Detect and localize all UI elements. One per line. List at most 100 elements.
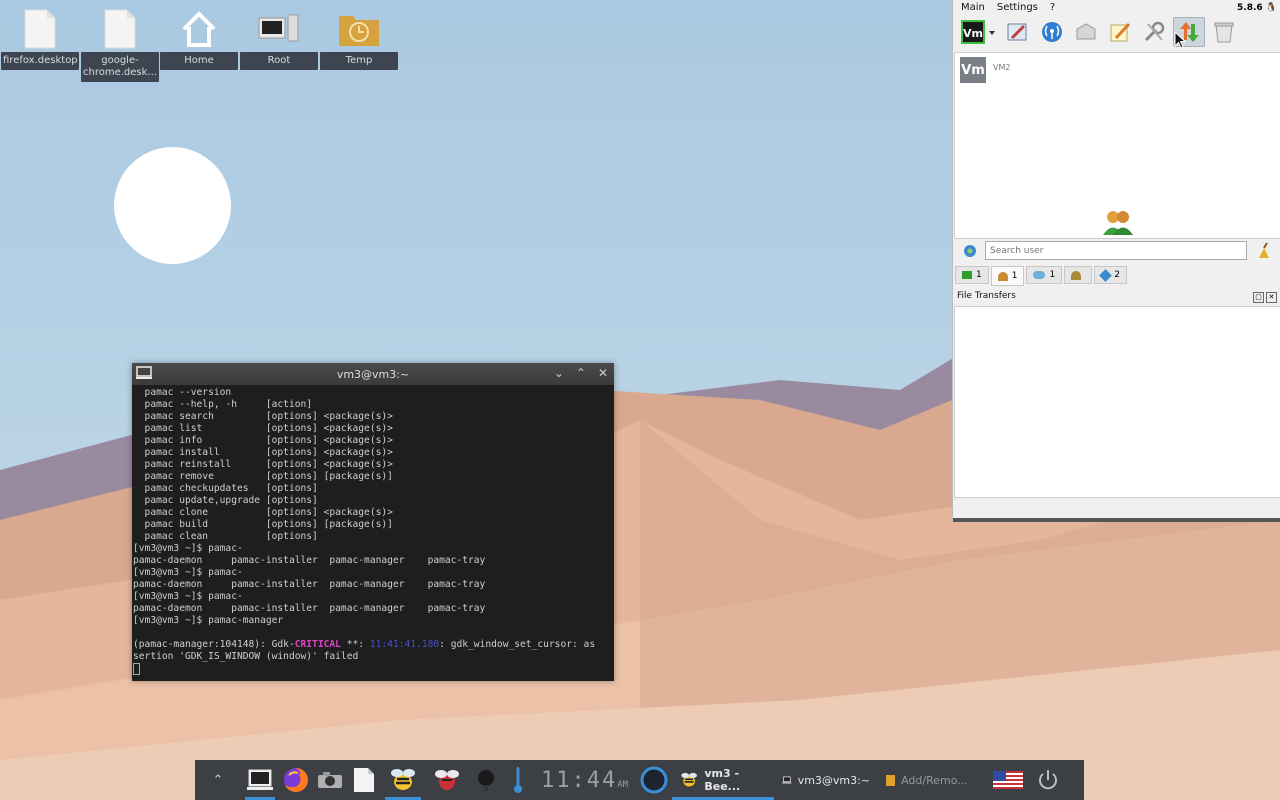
trash-button[interactable]	[1209, 18, 1239, 46]
desktop-icon-home[interactable]: Home	[160, 6, 238, 70]
power-icon	[1039, 770, 1058, 790]
keyboard-layout-button[interactable]	[988, 760, 1028, 800]
file-transfers-list[interactable]	[954, 306, 1280, 498]
terminal-line: pamac install [options] <package(s)>	[133, 447, 393, 458]
task-add-remove[interactable]: Add/Remo...	[878, 760, 988, 800]
shared-files-button[interactable]	[1071, 18, 1101, 46]
terminal-line: pamac update,upgrade [options]	[133, 495, 318, 506]
user-avatar[interactable]: Vm	[960, 57, 986, 83]
terminal-line: pamac-daemon pamac-installer pamac-manag…	[133, 603, 486, 614]
terminal-output[interactable]: pamac --version pamac --help, -h [action…	[132, 385, 614, 679]
tab-users[interactable]: 1	[990, 266, 1025, 286]
taskbar-circle-button[interactable]	[636, 760, 672, 800]
terminal-line: [vm3@vm3 ~]$ pamac-	[133, 567, 243, 578]
notes-button[interactable]	[1105, 18, 1135, 46]
note-pen-icon	[1110, 22, 1131, 42]
desktop-icon-label: firefox.desktop	[1, 52, 79, 70]
search-options-icon[interactable]	[962, 243, 978, 259]
beebeep-window[interactable]: Main Settings ? 5.8.6 🐧 Vm Vm VM2 1 1 1 …	[952, 0, 1280, 522]
error-message: : gdk_window_set_cursor: as	[439, 639, 596, 650]
tab-chats[interactable]: 1	[955, 266, 989, 284]
task-beebeep[interactable]: vm3 - Bee...	[672, 760, 775, 800]
desktop-icon-root[interactable]: Root	[240, 6, 318, 70]
menu-bar: Main Settings ?	[953, 0, 1280, 14]
desktop-icon-google-chrome[interactable]: google-chrome.desk...	[81, 6, 159, 82]
dock-buttons: ▢ ✕	[1253, 292, 1277, 303]
error-timestamp: 11:41:41.180	[369, 639, 440, 650]
tab-network[interactable]	[1064, 266, 1093, 284]
terminal-cursor	[133, 663, 140, 675]
linux-icon: 🐧	[1265, 3, 1277, 13]
users-group-icon	[1103, 211, 1133, 235]
ring-icon	[640, 766, 668, 794]
close-button[interactable]: ✕	[598, 366, 608, 380]
maximize-button[interactable]: ⌃	[576, 366, 586, 380]
menu-main[interactable]: Main	[961, 2, 985, 13]
taskbar-launcher-screenshot[interactable]	[313, 760, 347, 800]
computer-icon	[258, 14, 299, 42]
vm-status-button[interactable]: Vm	[959, 18, 999, 46]
terminal-title: vm3@vm3:~	[336, 367, 410, 381]
clock-ampm: AM	[617, 779, 629, 790]
network-button[interactable]	[1037, 18, 1067, 46]
taskbar-launcher-beebeep[interactable]	[381, 760, 425, 800]
terminal-line: pamac reinstall [options] <package(s)>	[133, 459, 393, 470]
terminal-line: pamac build [options] [package(s)]	[133, 519, 393, 530]
float-button[interactable]: ▢	[1253, 292, 1264, 303]
tab-groups[interactable]: 1	[1026, 266, 1063, 284]
terminal-window[interactable]: vm3@vm3:~ ⌄ ⌃ ✕ pamac --version pamac --…	[132, 363, 614, 681]
taskbar-launcher-dark[interactable]	[469, 760, 503, 800]
folder-clock-icon	[339, 16, 379, 46]
taskbar: ⌃ 11:44AM vm3 - Bee... vm3@vm3:~ Add/Rem…	[195, 760, 1084, 800]
version-label: 5.8.6 🐧	[1237, 3, 1277, 13]
taskbar-launcher-red-bee[interactable]	[425, 760, 469, 800]
terminal-icon	[782, 776, 792, 784]
desktop-icon-firefox[interactable]: firefox.desktop	[1, 6, 79, 70]
taskbar-launcher-files[interactable]	[347, 760, 381, 800]
minimize-button[interactable]: ⌄	[554, 366, 564, 380]
terminal-titlebar[interactable]: vm3@vm3:~ ⌄ ⌃ ✕	[132, 363, 614, 385]
bee-icon	[681, 772, 698, 787]
share-icon	[1099, 268, 1113, 282]
error-prefix: (pamac-manager:104148): Gdk-	[133, 639, 295, 650]
chevron-up-icon: ⌃	[212, 772, 224, 788]
terminal-line: pamac clean [options]	[133, 531, 318, 542]
toolbar: Vm	[959, 16, 1239, 48]
group-icon	[1033, 271, 1046, 279]
trash-icon	[1214, 22, 1234, 43]
desktop-icon-label: Temp	[320, 52, 398, 70]
taskbar-launcher-firefox[interactable]	[279, 760, 313, 800]
tools-button[interactable]	[1139, 18, 1169, 46]
terminal-line: pamac-daemon pamac-installer pamac-manag…	[133, 555, 486, 566]
network-icon	[1071, 270, 1082, 280]
terminal-error-line: (pamac-manager:104148): Gdk-CRITICAL **:…	[133, 639, 613, 651]
user-list[interactable]: Vm VM2	[954, 52, 1280, 239]
box-icon	[1076, 23, 1096, 40]
terminal-prompt[interactable]	[133, 663, 613, 676]
terminal-line: pamac info [options] <package(s)>	[133, 435, 393, 446]
desktop-icon-label: google-chrome.desk...	[81, 52, 159, 82]
taskbar-thermometer[interactable]	[503, 760, 533, 800]
search-user-input[interactable]	[985, 241, 1247, 260]
terminal-icon	[247, 769, 273, 790]
edit-profile-button[interactable]	[1003, 18, 1033, 46]
taskbar-menu-button[interactable]: ⌃	[195, 760, 241, 800]
users-icon	[997, 271, 1008, 281]
terminal-lines: pamac --version pamac --help, -h [action…	[133, 387, 613, 639]
menu-settings[interactable]: Settings	[997, 2, 1038, 13]
tab-count: 1	[1049, 270, 1056, 280]
taskbar-launcher-terminal[interactable]	[241, 760, 279, 800]
desktop-icon-temp[interactable]: Temp	[320, 6, 398, 70]
clear-search-icon[interactable]	[1256, 242, 1272, 260]
power-button[interactable]	[1028, 760, 1068, 800]
menu-help[interactable]: ?	[1050, 2, 1055, 13]
wallpaper-sun	[114, 147, 231, 264]
terminal-error-line2: sertion 'GDK_IS_WINDOW (window)' failed	[133, 651, 359, 662]
terminal-line: [vm3@vm3 ~]$ pamac-manager	[133, 615, 284, 626]
terminal-line: pamac --version	[133, 387, 232, 398]
task-terminal[interactable]: vm3@vm3:~	[774, 760, 878, 800]
close-dock-button[interactable]: ✕	[1266, 292, 1277, 303]
tab-shares[interactable]: 2	[1094, 266, 1127, 284]
user-name[interactable]: VM2	[993, 63, 1010, 72]
taskbar-clock[interactable]: 11:44AM	[533, 768, 636, 793]
